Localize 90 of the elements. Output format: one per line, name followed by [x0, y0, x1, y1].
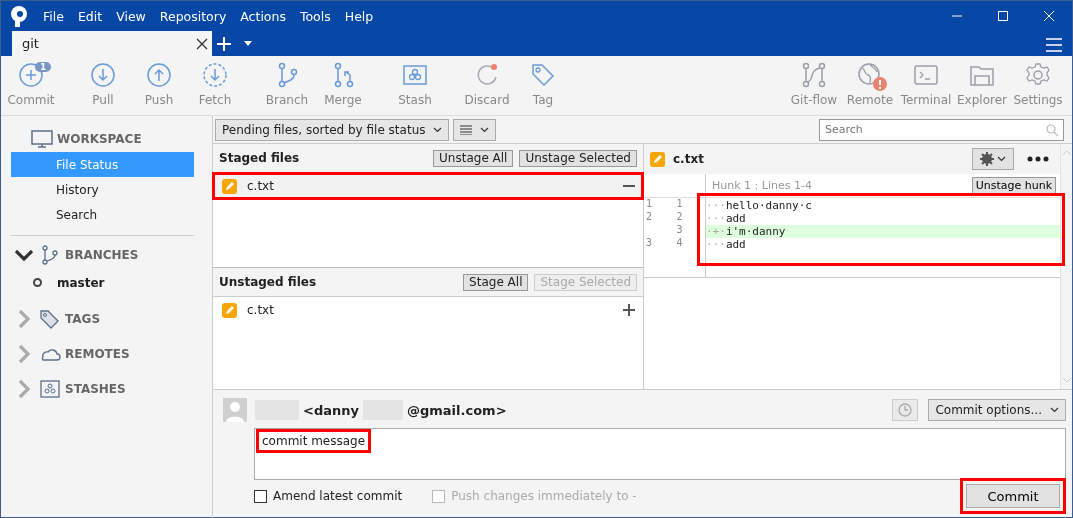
commit-options-dropdown[interactable]: Commit options...	[928, 399, 1066, 421]
branch-item[interactable]: master	[57, 275, 105, 290]
line-number: 1	[675, 198, 684, 211]
section-header[interactable]: REMOTES	[65, 347, 130, 361]
stash-box-icon	[39, 379, 61, 399]
section-header[interactable]: TAGS	[65, 312, 101, 326]
stage-button[interactable]: Unstage Selected	[519, 149, 637, 167]
file-name: c.txt	[673, 152, 704, 166]
terminal-icon[interactable]	[913, 62, 939, 88]
author-email: @gmail.com>	[406, 402, 507, 418]
history-button[interactable]	[892, 399, 919, 421]
stage-button[interactable]: Stage All	[463, 273, 529, 291]
stash-box-icon[interactable]	[402, 62, 428, 88]
menu-item[interactable]: Tools	[299, 8, 331, 24]
chevron-down-icon	[997, 156, 1006, 162]
menu-item[interactable]: File	[43, 8, 64, 24]
line-number: 1	[645, 198, 654, 211]
menu-item[interactable]: Help	[344, 8, 374, 24]
code-line: add	[725, 238, 746, 251]
whitespace-marker: ···	[706, 212, 726, 225]
up-arrow-circle-icon[interactable]	[146, 62, 172, 88]
avatar-icon	[223, 398, 247, 422]
plus-circle-icon[interactable]	[18, 62, 44, 88]
more-icon[interactable]	[1026, 154, 1050, 164]
search-field[interactable]: Search	[819, 118, 1064, 141]
repo-tab[interactable]: git	[12, 31, 212, 56]
commit-message-field[interactable]: commit message	[254, 428, 1066, 480]
plus-icon[interactable]	[622, 303, 636, 317]
scrollbar[interactable]	[1060, 144, 1072, 389]
gear-dropdown[interactable]	[972, 148, 1014, 170]
branch-dot-icon	[33, 278, 42, 287]
checkbox-label[interactable]: Amend latest commit	[273, 489, 403, 503]
code-line: i'm·danny	[725, 225, 786, 238]
menu-item[interactable]: Actions	[240, 8, 286, 24]
line-number: 3	[675, 224, 684, 237]
section-title: Staged files	[219, 151, 300, 165]
search-icon[interactable]	[1046, 123, 1058, 136]
sort-dropdown[interactable]: Pending files, sorted by file status	[215, 118, 450, 141]
tag-icon	[39, 309, 61, 329]
sidebar-item[interactable]: History	[11, 177, 194, 202]
stage-button[interactable]: Unstage All	[433, 149, 514, 167]
view-dropdown[interactable]	[453, 118, 497, 141]
tag-icon[interactable]	[530, 62, 556, 88]
chevron-down-icon	[1050, 407, 1059, 413]
menu-item[interactable]: View	[116, 8, 146, 24]
branch-icon	[39, 245, 61, 265]
chevron-down-icon	[480, 126, 490, 133]
settings-icon	[980, 152, 994, 166]
pencil-icon	[222, 302, 237, 318]
settings-icon[interactable]	[1025, 62, 1051, 88]
menu-icon[interactable]	[1046, 38, 1062, 52]
down-arrow-circle-icon[interactable]	[90, 62, 116, 88]
line-number: 2	[675, 211, 684, 224]
section-header[interactable]: STASHES	[65, 382, 126, 396]
line-number: 3	[645, 237, 654, 250]
commit-button[interactable]: Commit	[966, 484, 1060, 508]
author-email: <danny	[303, 402, 359, 418]
line-number: 4	[675, 237, 684, 250]
file-row[interactable]: c.txt	[213, 173, 643, 199]
whitespace-marker: ···	[706, 238, 726, 251]
scroll-down-icon[interactable]	[1062, 378, 1071, 383]
whitespace-marker: ···	[706, 199, 726, 212]
scroll-up-icon[interactable]	[1062, 150, 1071, 155]
pencil-icon	[222, 178, 237, 194]
clock-icon	[898, 403, 913, 417]
list-icon	[460, 124, 473, 135]
chevron-down-icon	[433, 126, 443, 133]
section-header[interactable]: BRANCHES	[65, 248, 139, 262]
menu-item[interactable]: Repository	[159, 8, 227, 24]
checkbox[interactable]	[254, 489, 267, 503]
sidebar-item[interactable]: Search	[11, 202, 194, 227]
hunk-title: Hunk 1 : Lines 1-4	[712, 179, 812, 192]
pencil-icon	[650, 151, 665, 167]
menu-item[interactable]: Edit	[77, 8, 103, 24]
monitor-icon	[31, 129, 53, 149]
unstage-hunk-button[interactable]: Unstage hunk	[971, 176, 1056, 195]
count-badge: 1	[35, 62, 52, 72]
caret-icon[interactable]	[244, 41, 252, 46]
section-title: Unstaged files	[219, 275, 317, 289]
code-line: hello·danny·c	[725, 199, 812, 212]
code-line: add	[725, 212, 746, 225]
globe-icon[interactable]	[857, 62, 883, 88]
app-logo	[9, 5, 29, 27]
close-icon[interactable]	[196, 37, 208, 50]
maximize-icon[interactable]	[997, 10, 1009, 22]
whitespace-marker: ·+·	[706, 225, 726, 238]
line-number: 2	[645, 211, 654, 224]
undo-arrow-icon[interactable]	[474, 62, 500, 88]
git-flow-icon[interactable]	[801, 62, 827, 88]
section-header[interactable]: WORKSPACE	[57, 132, 142, 146]
